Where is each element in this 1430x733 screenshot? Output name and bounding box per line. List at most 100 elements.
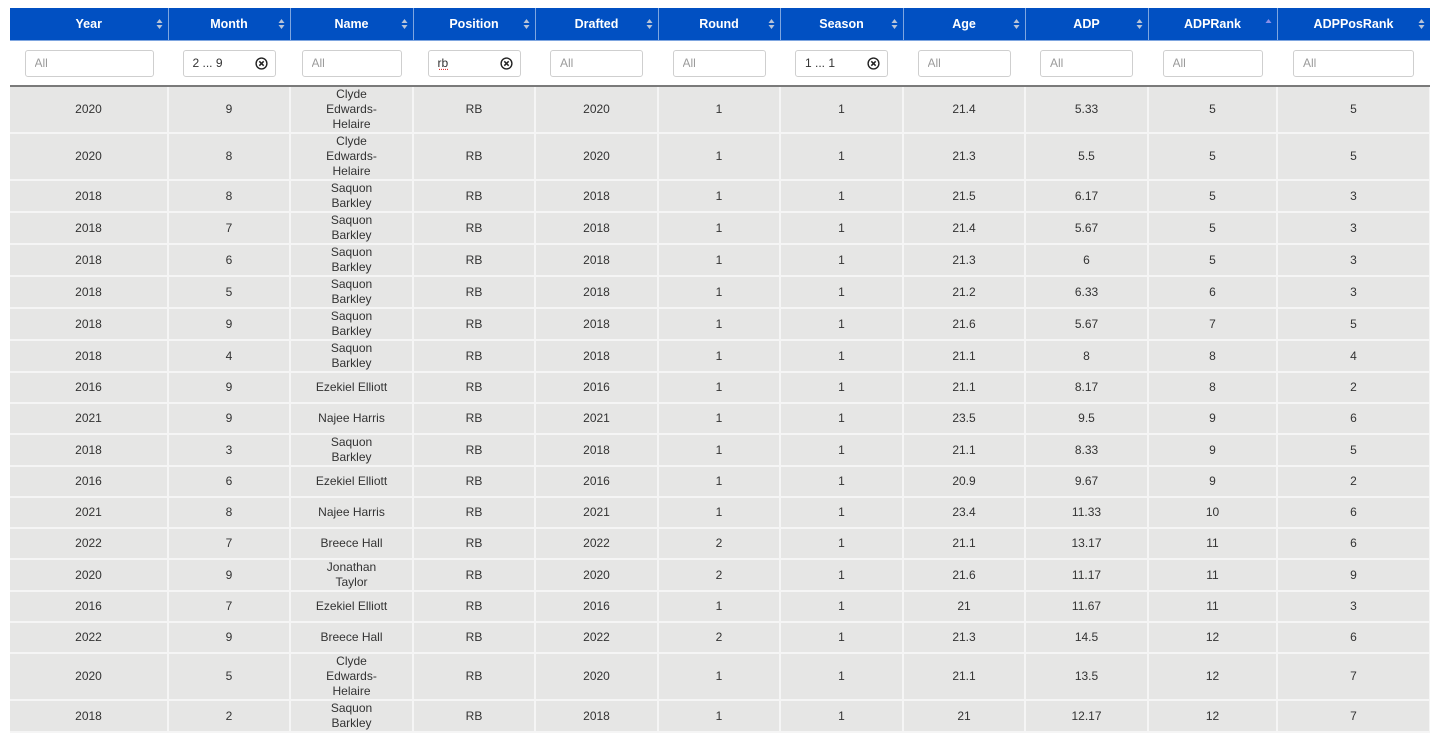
cell-season: 1 xyxy=(780,133,904,181)
column-header-name[interactable]: Name xyxy=(290,8,414,41)
table-row[interactable]: 2020 8 Clyde Edwards-Helaire RB 2020 1 1 21.3 5.… xyxy=(10,133,1430,181)
cell-position: RB xyxy=(413,372,536,404)
cell-age: 21.3 xyxy=(903,133,1026,181)
cell-position: RB xyxy=(413,133,536,181)
table-row[interactable]: 2018 3 Saquon Barkley RB 2018 1 1 21.1 8.33 9 5 xyxy=(10,434,1430,467)
filter-box-round xyxy=(672,49,766,77)
table-row[interactable]: 2018 7 Saquon Barkley RB 2018 1 1 21.4 5.67 5 3 xyxy=(10,212,1430,245)
cell-round: 1 xyxy=(658,308,781,341)
cell-month: 2 xyxy=(168,700,291,733)
filter-input-age[interactable] xyxy=(918,50,1010,76)
table-row[interactable]: 2021 8 Najee Harris RB 2021 1 1 23.4 11.33 10 6 xyxy=(10,497,1430,529)
sort-icon[interactable] xyxy=(891,18,898,30)
table-row[interactable]: 2020 5 Clyde Edwards-Helaire RB 2020 1 1 21.1 13… xyxy=(10,653,1430,701)
column-header-age[interactable]: Age xyxy=(903,8,1026,41)
cell-age: 21.2 xyxy=(903,276,1026,309)
cell-adpposrank: 6 xyxy=(1277,403,1430,435)
cell-month: 6 xyxy=(168,244,291,277)
filter-cell-drafted xyxy=(535,40,658,87)
column-header-round[interactable]: Round xyxy=(658,8,781,41)
table-row[interactable]: 2018 2 Saquon Barkley RB 2018 1 1 21 12.17 12 7 xyxy=(10,700,1430,733)
column-header-adprank[interactable]: ADPRank xyxy=(1148,8,1278,41)
cell-month: 8 xyxy=(168,180,291,213)
cell-season: 1 xyxy=(780,403,904,435)
table-row[interactable]: 2016 7 Ezekiel Elliott RB 2016 1 1 21 11.67 11 3 xyxy=(10,591,1430,623)
column-header-adp[interactable]: ADP xyxy=(1025,8,1149,41)
cell-drafted: 2018 xyxy=(535,434,659,467)
column-header-label: Position xyxy=(449,17,499,31)
cell-adp: 5.33 xyxy=(1025,86,1149,134)
cell-month: 5 xyxy=(168,276,291,309)
table-row[interactable]: 2022 7 Breece Hall RB 2022 2 1 21.1 13.17 11 6 xyxy=(10,528,1430,560)
filter-input-name[interactable] xyxy=(302,50,401,76)
table-row[interactable]: 2018 6 Saquon Barkley RB 2018 1 1 21.3 6 5 3 xyxy=(10,244,1430,277)
column-header-position[interactable]: Position xyxy=(413,8,536,41)
column-header-season[interactable]: Season xyxy=(780,8,904,41)
cell-adprank: 5 xyxy=(1148,133,1278,181)
cell-name: Saquon Barkley xyxy=(290,244,414,277)
cell-adpposrank: 2 xyxy=(1277,466,1430,498)
sort-icon[interactable] xyxy=(156,18,163,30)
cell-year: 2020 xyxy=(10,653,169,701)
cell-adp: 12.17 xyxy=(1025,700,1149,733)
clear-filter-icon[interactable] xyxy=(499,56,513,70)
table-row[interactable]: 2018 8 Saquon Barkley RB 2018 1 1 21.5 6.17 5 3 xyxy=(10,180,1430,213)
filter-box-season xyxy=(795,49,888,77)
filter-input-round[interactable] xyxy=(673,50,765,76)
sort-icon[interactable] xyxy=(278,18,285,30)
clear-filter-icon[interactable] xyxy=(867,56,880,70)
column-header-label: Month xyxy=(210,17,248,31)
filter-box-year xyxy=(24,49,154,77)
filter-input-adprank[interactable] xyxy=(1163,50,1262,76)
table-row[interactable]: 2022 9 Breece Hall RB 2022 2 1 21.3 14.5 12 6 xyxy=(10,622,1430,654)
cell-adpposrank: 3 xyxy=(1277,212,1430,245)
cell-round: 1 xyxy=(658,212,781,245)
sort-icon[interactable] xyxy=(523,18,530,30)
cell-position: RB xyxy=(413,340,536,373)
table-row[interactable]: 2018 5 Saquon Barkley RB 2018 1 1 21.2 6.33 6 3 xyxy=(10,276,1430,309)
filter-cell-age xyxy=(903,40,1025,87)
filter-input-year[interactable] xyxy=(25,50,153,76)
cell-age: 20.9 xyxy=(903,466,1026,498)
header-row: Year Month Name Position Drafted Round Season A… xyxy=(10,8,1430,41)
cell-year: 2018 xyxy=(10,308,169,341)
cell-age: 21.4 xyxy=(903,212,1026,245)
table-row[interactable]: 2016 9 Ezekiel Elliott RB 2016 1 1 21.1 8.17 8 2 xyxy=(10,372,1430,404)
table-row[interactable]: 2020 9 Clyde Edwards-Helaire RB 2020 1 1 21.4 5.… xyxy=(10,86,1430,134)
sort-icon[interactable] xyxy=(401,18,408,30)
data-table-container: Year Month Name Position Drafted Round Season A… xyxy=(10,8,1430,733)
table-row[interactable]: 2020 9 Jonathan Taylor RB 2020 2 1 21.6 11.17 11 9 xyxy=(10,559,1430,592)
column-header-label: Age xyxy=(952,17,976,31)
sort-icon[interactable] xyxy=(1136,18,1143,30)
table-row[interactable]: 2016 6 Ezekiel Elliott RB 2016 1 1 20.9 9.67 9 2 xyxy=(10,466,1430,498)
cell-adp: 5.5 xyxy=(1025,133,1149,181)
filter-input-adpposrank[interactable] xyxy=(1294,50,1413,76)
cell-season: 1 xyxy=(780,591,904,623)
cell-season: 1 xyxy=(780,559,904,592)
sort-icon[interactable] xyxy=(646,18,653,30)
filter-input-adp[interactable] xyxy=(1041,50,1132,76)
table-row[interactable]: 2018 4 Saquon Barkley RB 2018 1 1 21.1 8 8 4 xyxy=(10,340,1430,373)
cell-adpposrank: 5 xyxy=(1277,434,1430,467)
column-header-label: Year xyxy=(75,17,102,31)
column-header-year[interactable]: Year xyxy=(10,8,169,41)
cell-adp: 6 xyxy=(1025,244,1149,277)
sort-icon[interactable] xyxy=(768,18,775,30)
cell-adpposrank: 3 xyxy=(1277,180,1430,213)
cell-round: 2 xyxy=(658,528,781,560)
table-row[interactable]: 2021 9 Najee Harris RB 2021 1 1 23.5 9.5 9 6 xyxy=(10,403,1430,435)
sort-ascending-icon[interactable] xyxy=(1265,18,1272,30)
sort-icon[interactable] xyxy=(1013,18,1020,30)
column-header-month[interactable]: Month xyxy=(168,8,291,41)
filter-input-drafted[interactable] xyxy=(551,50,642,76)
clear-filter-icon[interactable] xyxy=(254,56,268,70)
cell-position: RB xyxy=(413,212,536,245)
column-header-drafted[interactable]: Drafted xyxy=(535,8,659,41)
cell-name: Saquon Barkley xyxy=(290,276,414,309)
cell-year: 2020 xyxy=(10,559,169,592)
cell-adp: 11.17 xyxy=(1025,559,1149,592)
cell-adprank: 5 xyxy=(1148,244,1278,277)
table-row[interactable]: 2018 9 Saquon Barkley RB 2018 1 1 21.6 5.67 7 5 xyxy=(10,308,1430,341)
column-header-adpposrank[interactable]: ADPPosRank xyxy=(1277,8,1430,41)
sort-icon[interactable] xyxy=(1418,18,1425,30)
